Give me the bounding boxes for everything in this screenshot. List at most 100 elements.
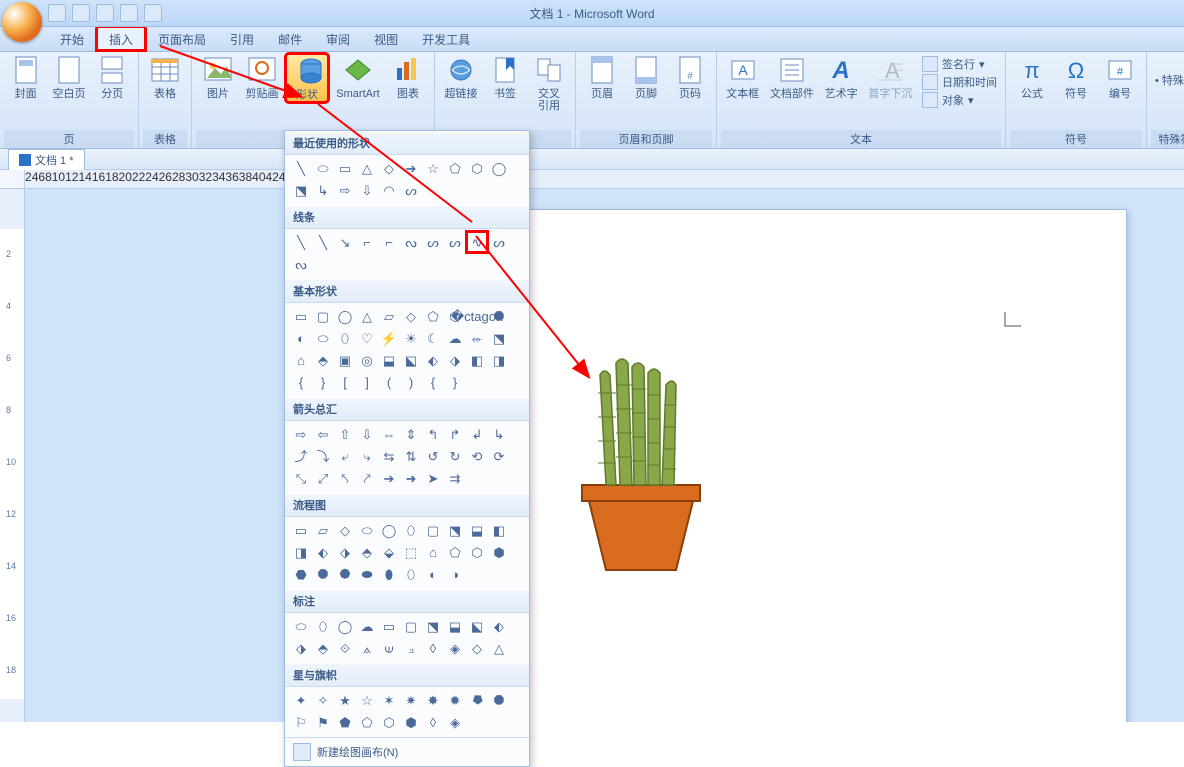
qat-undo-icon[interactable] [72, 4, 90, 22]
btn-pagenum[interactable]: # 页码 [670, 54, 710, 100]
shape-option[interactable]: ◧ [489, 520, 509, 540]
btn-special-symbol[interactable]: • 特殊符号 [1155, 72, 1184, 88]
shape-option[interactable]: ⬡ [467, 542, 487, 562]
shape-option[interactable]: ◇ [335, 520, 355, 540]
shape-option[interactable]: ⬔ [291, 180, 311, 200]
shape-option[interactable]: ◨ [291, 542, 311, 562]
shape-option[interactable]: ( [379, 372, 399, 392]
shape-option[interactable]: ⬢ [489, 542, 509, 562]
shape-option[interactable]: ➜ [401, 468, 421, 488]
shape-option[interactable]: ↱ [445, 424, 465, 444]
shape-option[interactable]: ⯄ [335, 564, 355, 584]
tab-insert[interactable]: 插入 [96, 26, 146, 51]
shape-option[interactable]: } [445, 372, 465, 392]
shape-option[interactable]: ☀ [401, 328, 421, 348]
shape-option[interactable]: ╲ [313, 232, 333, 252]
shape-option[interactable]: ᔕ [401, 180, 421, 200]
horizontal-ruler[interactable]: 2468101214161820222426283032343638404244… [25, 170, 1184, 188]
shape-option[interactable]: ▢ [423, 520, 443, 540]
shape-option[interactable]: ⬮ [379, 564, 399, 584]
shape-option[interactable]: ⬭ [357, 520, 377, 540]
shape-option[interactable]: ⬓ [379, 350, 399, 370]
shape-option[interactable]: ) [401, 372, 421, 392]
shape-option[interactable]: ☁ [445, 328, 465, 348]
shape-option[interactable]: ⌂ [423, 542, 443, 562]
shape-option[interactable]: ▢ [313, 306, 333, 326]
shape-option[interactable]: ⬖ [313, 542, 333, 562]
tab-review[interactable]: 审阅 [314, 27, 362, 51]
shape-option[interactable]: ⇉ [445, 468, 465, 488]
shape-option[interactable]: ➔ [401, 158, 421, 178]
shape-option[interactable]: ⇨ [291, 424, 311, 444]
shape-option[interactable]: ▭ [335, 158, 355, 178]
shape-option[interactable]: ↺ [423, 446, 443, 466]
shape-option[interactable]: △ [357, 158, 377, 178]
btn-textbox[interactable]: A 文本框 [723, 54, 762, 100]
shape-option[interactable]: ⚡ [379, 328, 399, 348]
shape-option[interactable]: ⬠ [423, 306, 443, 326]
shape-option[interactable]: ◈ [445, 712, 465, 732]
shape-option[interactable]: ⬖ [489, 616, 509, 636]
shape-option[interactable]: ◧ [467, 350, 487, 370]
shape-option[interactable]: ⬕ [467, 616, 487, 636]
shape-option[interactable]: ◯ [335, 306, 355, 326]
shape-option[interactable]: ▭ [291, 306, 311, 326]
shape-option[interactable]: ★ [335, 690, 355, 710]
shape-option[interactable]: ◇ [379, 158, 399, 178]
btn-object[interactable]: 对象 ▾ [922, 92, 997, 108]
shape-option[interactable]: ⌂ [291, 350, 311, 370]
shape-option[interactable]: ⤣ [335, 468, 355, 488]
shape-option[interactable]: ◈ [445, 638, 465, 658]
shape-option[interactable]: ⬠ [445, 542, 465, 562]
shape-option[interactable]: ⬯ [401, 564, 421, 584]
document-tab[interactable]: 文档 1 * [8, 149, 85, 170]
shape-option[interactable]: ➔ [379, 468, 399, 488]
shape-option[interactable]: ⇅ [401, 446, 421, 466]
shape-option[interactable]: ⬰ [467, 328, 487, 348]
shape-option[interactable]: { [423, 372, 443, 392]
document-canvas[interactable] [25, 189, 1184, 722]
shape-option[interactable]: ↰ [423, 424, 443, 444]
shape-option[interactable]: △ [357, 306, 377, 326]
btn-smartart[interactable]: SmartArt [332, 54, 384, 100]
shape-option[interactable]: ⯃ [313, 564, 333, 584]
shape-option[interactable]: ✹ [445, 690, 465, 710]
shape-option[interactable]: ⌐ [357, 232, 377, 252]
shape-option[interactable]: ☾ [423, 328, 443, 348]
shape-option[interactable]: ◇ [467, 638, 487, 658]
shape-option[interactable]: ◐ [423, 564, 443, 584]
shape-option[interactable]: ⤢ [313, 468, 333, 488]
btn-clipart[interactable]: 剪贴画 [242, 54, 282, 100]
shape-option[interactable]: ⤵ [313, 446, 333, 466]
shape-option[interactable]: ⇨ [335, 180, 355, 200]
shape-option[interactable]: ➤ [423, 468, 443, 488]
shape-option[interactable]: ⬢ [401, 712, 421, 732]
qat-save-icon[interactable] [48, 4, 66, 22]
shape-option[interactable]: ⇩ [357, 424, 377, 444]
shape-option[interactable]: ⬘ [313, 638, 333, 658]
btn-footer[interactable]: 页脚 [626, 54, 666, 100]
shape-option[interactable]: ⯃ [489, 690, 509, 710]
btn-signature[interactable]: 签名行 ▾ [922, 56, 997, 72]
btn-table[interactable]: 表格 [145, 54, 185, 100]
shape-option[interactable]: ✸ [423, 690, 443, 710]
btn-header[interactable]: 页眉 [582, 54, 622, 100]
shape-option[interactable]: ⬔ [423, 616, 443, 636]
shape-option[interactable]: ⇦ [313, 424, 333, 444]
shape-option[interactable]: �ctagon [467, 306, 487, 326]
dd-new-canvas[interactable]: 新建绘图画布(N) [285, 737, 529, 766]
tab-home[interactable]: 开始 [48, 27, 96, 51]
btn-quickparts[interactable]: 文档部件 [766, 54, 817, 100]
btn-dropcap[interactable]: A 首字下沉 [865, 54, 916, 100]
tab-mail[interactable]: 邮件 [266, 27, 314, 51]
shape-option[interactable]: ⬡ [467, 158, 487, 178]
shape-option[interactable]: ∿ [467, 232, 487, 252]
shape-option[interactable]: ◎ [357, 350, 377, 370]
shape-option[interactable]: ↻ [445, 446, 465, 466]
btn-blank-page[interactable]: 空白页 [49, 54, 88, 100]
shape-option[interactable]: ◯ [379, 520, 399, 540]
shape-option[interactable]: ⟒ [379, 638, 399, 658]
btn-picture[interactable]: 图片 [198, 54, 238, 100]
shape-option[interactable]: ⇆ [379, 446, 399, 466]
btn-chart[interactable]: 图表 [388, 54, 428, 100]
